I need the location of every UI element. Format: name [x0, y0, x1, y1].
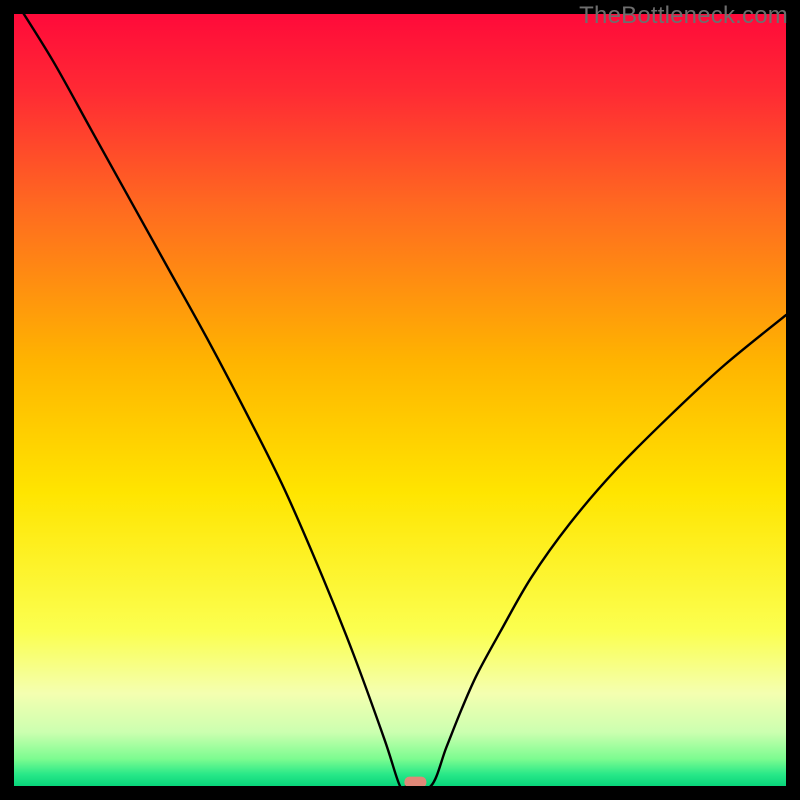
chart-stage: TheBottleneck.com	[0, 0, 800, 800]
plot-area	[14, 14, 786, 786]
watermark-text: TheBottleneck.com	[579, 2, 788, 30]
plot-svg	[14, 14, 786, 786]
gradient-background	[14, 14, 786, 786]
optimum-marker	[404, 777, 426, 786]
